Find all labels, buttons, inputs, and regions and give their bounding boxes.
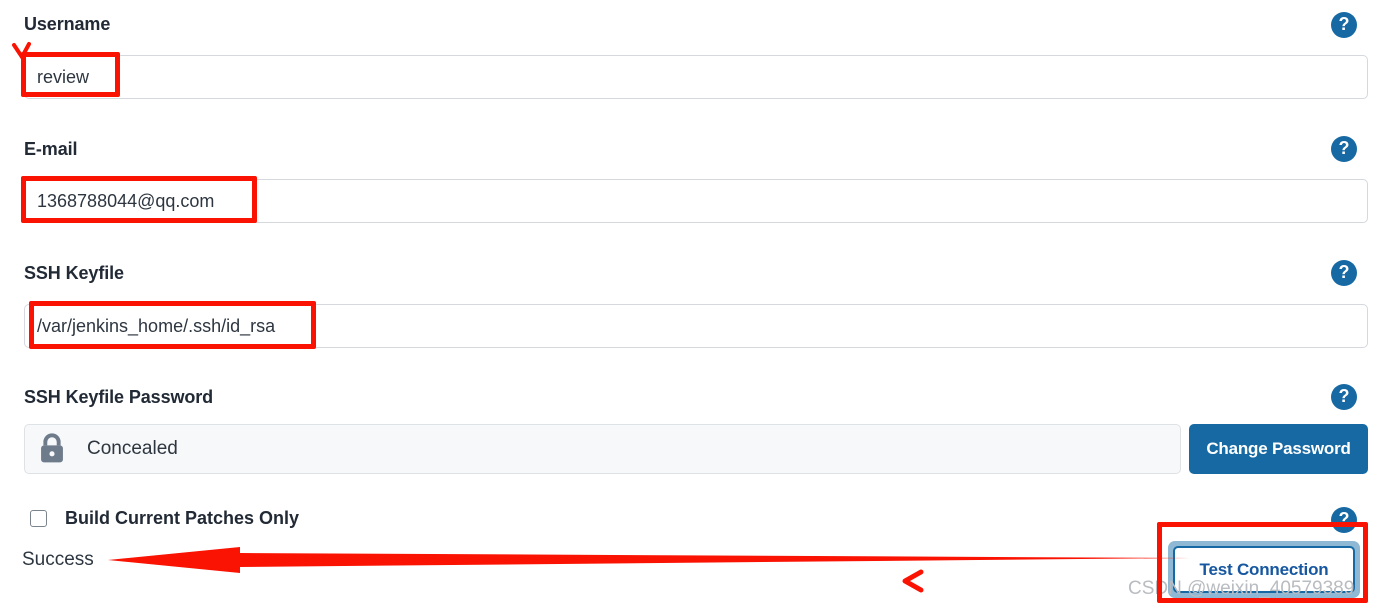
csdn-watermark: CSDN @weixin_40579389 — [1128, 578, 1355, 599]
gerrit-trigger-settings-form: Username ? review E-mail ? 1368788044@qq… — [0, 0, 1374, 613]
ssh-keyfile-label: SSH Keyfile — [24, 263, 124, 283]
concealed-password-field[interactable]: Concealed — [24, 424, 1181, 474]
username-help-icon[interactable]: ? — [1331, 12, 1357, 38]
build-current-patches-checkbox[interactable] — [30, 510, 47, 527]
annotation-arrow-success — [108, 547, 1190, 573]
build-current-patches-label: Build Current Patches Only — [65, 508, 300, 528]
username-input[interactable]: review — [24, 55, 1368, 99]
ssh-keyfile-help-icon[interactable]: ? — [1331, 260, 1357, 286]
email-label: E-mail — [24, 139, 78, 159]
concealed-password-value: Concealed — [87, 438, 178, 459]
ssh-keyfile-input[interactable]: /var/jenkins_home/.ssh/id_rsa — [24, 304, 1368, 348]
build-current-patches-help-icon[interactable]: ? — [1331, 507, 1357, 533]
build-current-patches-row: Build Current Patches Only — [30, 508, 299, 529]
ssh-keyfile-password-help-icon[interactable]: ? — [1331, 384, 1357, 410]
email-input[interactable]: 1368788044@qq.com — [24, 179, 1368, 223]
annotation-chevron-mark — [902, 569, 924, 593]
ssh-keyfile-password-label: SSH Keyfile Password — [24, 387, 214, 407]
email-help-icon[interactable]: ? — [1331, 136, 1357, 162]
connection-status-text: Success — [22, 549, 94, 570]
change-password-button[interactable]: Change Password — [1189, 424, 1368, 474]
padlock-icon — [41, 433, 63, 463]
username-label: Username — [24, 14, 111, 34]
